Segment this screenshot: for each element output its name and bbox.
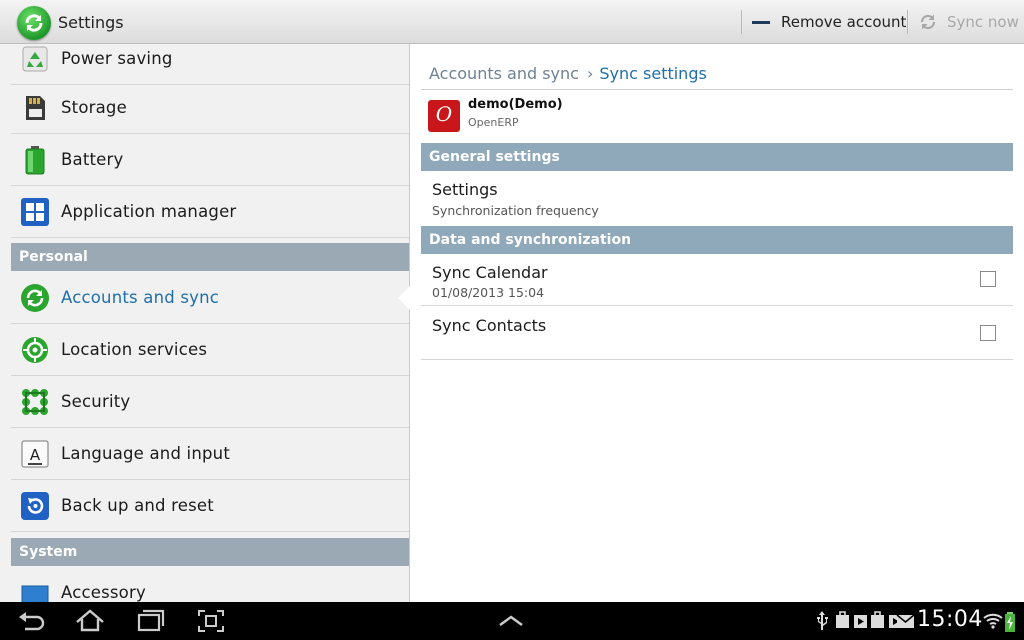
battery-icon (20, 145, 50, 175)
section-header-system: System (11, 538, 409, 566)
home-icon[interactable] (74, 602, 106, 640)
sync-icon (20, 283, 50, 313)
sidebar-item-label: Accessory (61, 583, 146, 602)
sidebar-item-location-services[interactable]: Location services (11, 324, 409, 376)
sidebar-item-battery[interactable]: Battery (11, 134, 409, 186)
settings-item-sync-frequency[interactable]: Settings Synchronization frequency (421, 172, 1013, 225)
sidebar-item-label: Security (61, 392, 131, 411)
system-navigation-bar: 15:04 (0, 602, 1024, 640)
back-icon[interactable] (15, 602, 47, 640)
sync-now-label: Sync now (947, 13, 1019, 31)
sync-now-button[interactable]: Sync now (918, 0, 1019, 44)
sidebar-item-storage[interactable]: Storage (11, 82, 409, 134)
account-name: demo(Demo) (468, 97, 563, 112)
breadcrumb: Accounts and sync › Sync settings (429, 64, 707, 83)
divider (421, 89, 1013, 90)
mail-icon[interactable] (896, 602, 916, 640)
screenshot-icon[interactable] (196, 602, 226, 640)
item-subtitle: 01/08/2013 15:04 (432, 285, 545, 300)
sidebar-item-label: Storage (61, 98, 127, 117)
item-title: Sync Calendar (432, 263, 548, 282)
location-target-icon (20, 335, 50, 365)
breadcrumb-parent[interactable]: Accounts and sync (429, 64, 579, 83)
sidebar-item-label: Accounts and sync (61, 288, 220, 307)
account-type: OpenERP (468, 116, 519, 129)
remove-account-button[interactable]: Remove account (752, 0, 906, 44)
section-header-general-settings: General settings (421, 143, 1013, 171)
refresh-icon (920, 14, 936, 30)
item-title: Settings (432, 180, 498, 199)
sidebar-item-label: Language and input (61, 444, 231, 463)
sidebar-item-label: Power saving (61, 49, 173, 68)
remove-account-label: Remove account (781, 13, 907, 31)
selection-pointer (398, 286, 410, 310)
action-bar: Settings Remove account Sync now (0, 0, 1024, 44)
status-clock[interactable]: 15:04 (917, 607, 983, 632)
wifi-battery-icons[interactable] (982, 602, 1022, 640)
accessory-icon (20, 578, 50, 602)
divider (741, 10, 742, 34)
grid-icon (20, 197, 50, 227)
recent-apps-icon[interactable] (135, 602, 165, 640)
chevron-right-icon: › (586, 64, 594, 83)
sync-calendar-checkbox[interactable] (980, 271, 996, 287)
settings-sidebar[interactable]: Power saving Storage Battery Application… (0, 44, 410, 602)
restore-icon (20, 491, 50, 521)
dots-grid-icon (20, 387, 50, 417)
sidebar-item-accounts-and-sync[interactable]: Accounts and sync (11, 272, 409, 324)
app-title[interactable]: Settings (58, 13, 124, 32)
sidebar-item-back-up-and-reset[interactable]: Back up and reset (11, 480, 409, 532)
recycle-icon (20, 44, 50, 74)
section-header-data-and-sync: Data and synchronization (421, 226, 1013, 254)
sd-card-icon (20, 93, 50, 123)
divider (907, 10, 908, 34)
sidebar-item-security[interactable]: Security (11, 376, 409, 428)
settings-item-sync-contacts[interactable]: Sync Contacts (421, 307, 1013, 360)
keyboard-letter-icon: A (20, 439, 50, 469)
sync-settings-panel: Accounts and sync › Sync settings O demo(D… (410, 44, 1024, 602)
sidebar-item-label: Location services (61, 340, 208, 359)
chevron-up-icon[interactable] (497, 602, 525, 640)
sync-settings-icon[interactable] (17, 6, 51, 40)
breadcrumb-current: Sync settings (599, 64, 707, 83)
sidebar-item-accessory[interactable]: Accessory (11, 567, 409, 602)
sidebar-item-application-manager[interactable]: Application manager (11, 186, 409, 238)
sidebar-item-language-and-input[interactable]: A Language and input (11, 428, 409, 480)
minus-icon (752, 20, 770, 24)
item-subtitle: Synchronization frequency (432, 203, 599, 218)
sidebar-item-power-saving[interactable]: Power saving (11, 44, 409, 85)
item-title: Sync Contacts (432, 316, 547, 335)
openerp-account-icon: O (428, 100, 460, 132)
svg-text:A: A (30, 446, 41, 464)
section-header-personal: Personal (11, 243, 409, 271)
sidebar-item-label: Back up and reset (61, 496, 214, 515)
sidebar-item-label: Application manager (61, 202, 237, 221)
sync-contacts-checkbox[interactable] (980, 325, 996, 341)
sidebar-item-label: Battery (61, 150, 124, 169)
settings-item-sync-calendar[interactable]: Sync Calendar 01/08/2013 15:04 (421, 254, 1013, 306)
